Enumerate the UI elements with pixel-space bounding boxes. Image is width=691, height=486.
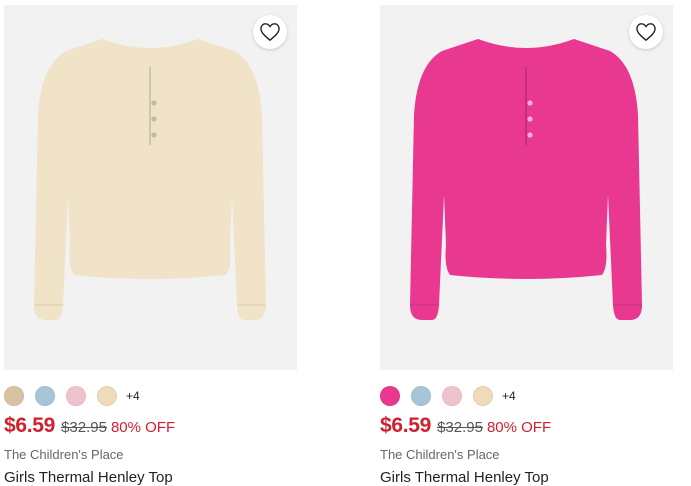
henley-top-image bbox=[34, 39, 266, 320]
list-price: $32.95 bbox=[437, 419, 483, 436]
product-title[interactable]: Girls Thermal Henley Top bbox=[380, 469, 549, 486]
product-card[interactable]: +4 $6.59 $32.95 80% OFF The Children's P… bbox=[4, 5, 297, 486]
color-swatch[interactable] bbox=[380, 386, 400, 406]
more-colors-count[interactable]: +4 bbox=[126, 389, 140, 403]
discount-label: 80% OFF bbox=[486, 419, 552, 436]
wishlist-button[interactable] bbox=[253, 15, 287, 49]
color-swatch[interactable] bbox=[411, 386, 431, 406]
wishlist-button[interactable] bbox=[629, 15, 663, 49]
product-image[interactable] bbox=[4, 5, 297, 370]
heart-outline-icon bbox=[636, 23, 656, 42]
more-colors-count[interactable]: +4 bbox=[502, 389, 516, 403]
color-swatch[interactable] bbox=[35, 386, 55, 406]
sale-price: $6.59 bbox=[4, 414, 56, 437]
color-swatch[interactable] bbox=[442, 386, 462, 406]
brand-name: The Children's Place bbox=[380, 447, 500, 462]
color-swatch[interactable] bbox=[4, 386, 24, 406]
product-image[interactable] bbox=[380, 5, 673, 370]
color-swatches: +4 bbox=[4, 386, 140, 406]
price-row: $6.59 $32.95 80% OFF bbox=[380, 414, 551, 438]
product-title[interactable]: Girls Thermal Henley Top bbox=[4, 469, 173, 486]
color-swatch[interactable] bbox=[66, 386, 86, 406]
discount-label: 80% OFF bbox=[110, 419, 176, 436]
product-card[interactable]: +4 $6.59 $32.95 80% OFF The Children's P… bbox=[380, 5, 673, 486]
henley-top-image bbox=[410, 39, 642, 320]
heart-outline-icon bbox=[260, 23, 280, 42]
brand-name: The Children's Place bbox=[4, 447, 124, 462]
price-row: $6.59 $32.95 80% OFF bbox=[4, 414, 175, 438]
color-swatches: +4 bbox=[380, 386, 516, 406]
list-price: $32.95 bbox=[61, 419, 107, 436]
color-swatch[interactable] bbox=[97, 386, 117, 406]
sale-price: $6.59 bbox=[380, 414, 432, 437]
color-swatch[interactable] bbox=[473, 386, 493, 406]
